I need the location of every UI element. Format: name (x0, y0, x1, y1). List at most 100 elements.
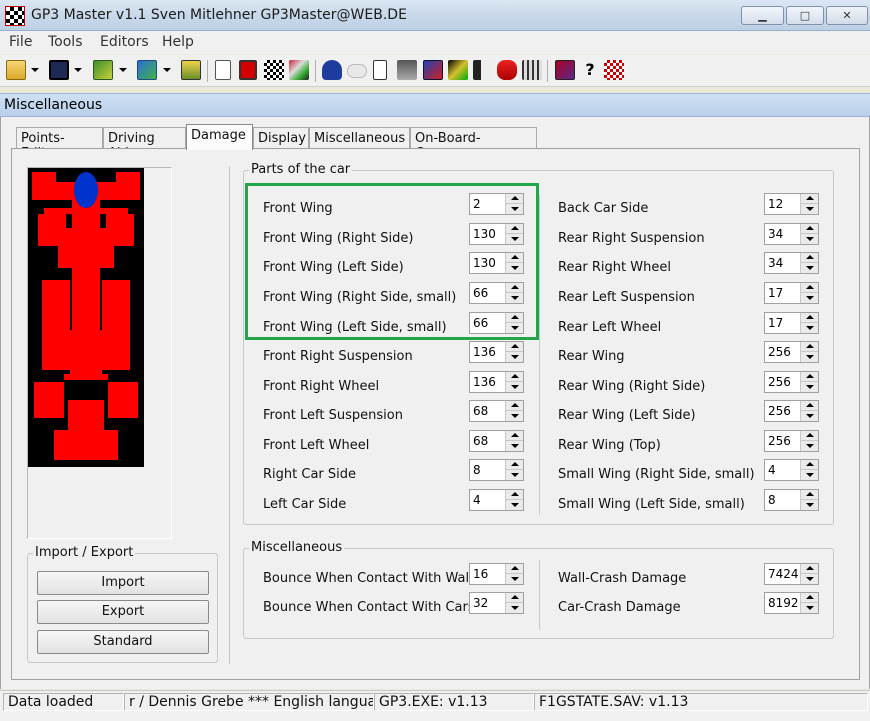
spin-down-arrow-icon[interactable] (505, 382, 523, 392)
open-folder-icon[interactable] (6, 60, 26, 80)
car-rear-suspension[interactable] (64, 374, 108, 380)
car-front-left-suspension[interactable] (44, 208, 72, 214)
car-rear-right-wheel[interactable] (108, 382, 138, 418)
car-rear-wing[interactable] (54, 430, 118, 460)
front-right-wheel-spinner[interactable]: 136 (469, 371, 524, 393)
front-wing-spinner[interactable]: 2 (469, 193, 524, 215)
spin-up-arrow-icon[interactable] (505, 194, 523, 204)
spin-up-arrow-icon[interactable] (505, 401, 523, 411)
rear-wing-top-spinner[interactable]: 256 (764, 430, 819, 452)
spin-down-arrow-icon[interactable] (800, 293, 818, 303)
small-wing-right-side-small-spinner[interactable]: 4 (764, 459, 819, 481)
hardware-icon[interactable] (181, 60, 201, 80)
front-right-suspension-value[interactable]: 136 (473, 345, 496, 359)
menu-file[interactable]: File (9, 34, 32, 50)
spin-up-arrow-icon[interactable] (505, 253, 523, 263)
spin-up-arrow-icon[interactable] (800, 224, 818, 234)
gp3-alt-icon[interactable] (137, 60, 157, 80)
minimize-button[interactable]: ▁ (741, 6, 784, 25)
spin-up-arrow-icon[interactable] (505, 593, 523, 603)
spin-down-arrow-icon[interactable] (505, 470, 523, 480)
notes-icon[interactable] (373, 60, 387, 80)
front-wing-value[interactable]: 2 (473, 197, 481, 211)
small-wing-right-side-small-value[interactable]: 4 (768, 463, 776, 477)
menu-help[interactable]: Help (162, 34, 194, 50)
spin-up-arrow-icon[interactable] (505, 564, 523, 574)
rear-left-suspension-value[interactable]: 17 (768, 286, 783, 300)
spin-up-arrow-icon[interactable] (505, 283, 523, 293)
rear-left-wheel-spinner[interactable]: 17 (764, 312, 819, 334)
rear-right-wheel-value[interactable]: 34 (768, 256, 783, 270)
tab-miscellaneous[interactable]: Miscellaneous (309, 127, 410, 149)
rear-wing-right-side-value[interactable]: 256 (768, 375, 791, 389)
pitcrew-icon[interactable] (397, 60, 417, 80)
checkered-flag-icon[interactable] (264, 60, 284, 80)
spin-down-arrow-icon[interactable] (800, 441, 818, 451)
spin-up-arrow-icon[interactable] (800, 313, 818, 323)
helmet-icon[interactable] (322, 60, 342, 80)
gp3-icon[interactable] (93, 60, 113, 80)
bounce-walls-value[interactable]: 16 (473, 567, 488, 581)
small-wing-left-side-small-spinner[interactable]: 8 (764, 489, 819, 511)
spin-down-arrow-icon[interactable] (505, 323, 523, 333)
tab-driving-aids[interactable]: Driving Aids (103, 127, 186, 161)
front-wing-left-side-small-spinner[interactable]: 66 (469, 312, 524, 334)
spin-up-arrow-icon[interactable] (800, 593, 818, 603)
spin-up-arrow-icon[interactable] (800, 194, 818, 204)
spin-down-arrow-icon[interactable] (505, 500, 523, 510)
tab-on-board-cameras[interactable]: On-Board-Cameras (410, 127, 537, 161)
small-wing-left-side-small-value[interactable]: 8 (768, 493, 776, 507)
spin-down-arrow-icon[interactable] (800, 382, 818, 392)
bounce-cars-value[interactable]: 32 (473, 596, 488, 610)
car-left-car-side[interactable] (42, 280, 70, 370)
front-wing-left-side-small-value[interactable]: 66 (473, 316, 488, 330)
front-left-suspension-value[interactable]: 68 (473, 404, 488, 418)
close-button[interactable]: ✕ (826, 6, 868, 25)
spin-down-arrow-icon[interactable] (800, 411, 818, 421)
rear-right-wheel-spinner[interactable]: 34 (764, 252, 819, 274)
front-wing-left-side-value[interactable]: 130 (473, 256, 496, 270)
spin-up-arrow-icon[interactable] (800, 253, 818, 263)
spin-down-arrow-icon[interactable] (800, 352, 818, 362)
front-right-wheel-value[interactable]: 136 (473, 375, 496, 389)
front-right-suspension-spinner[interactable]: 136 (469, 341, 524, 363)
cloud-icon[interactable] (347, 64, 367, 78)
spin-up-arrow-icon[interactable] (800, 460, 818, 470)
car-front-right-suspension[interactable] (100, 208, 128, 214)
tab-damage[interactable]: Damage (186, 124, 253, 150)
spin-up-arrow-icon[interactable] (800, 401, 818, 411)
import-button[interactable]: Import (37, 571, 209, 595)
spin-down-arrow-icon[interactable] (505, 574, 523, 584)
front-wing-right-side-small-value[interactable]: 66 (473, 286, 488, 300)
bounce-cars-spinner[interactable]: 32 (469, 592, 524, 614)
car-front-wing-left[interactable] (32, 172, 56, 200)
car-damage-diagram[interactable] (28, 168, 144, 467)
menu-tools[interactable]: Tools (48, 34, 83, 50)
spin-up-arrow-icon[interactable] (505, 342, 523, 352)
help-icon[interactable]: ? (580, 60, 600, 80)
spin-down-arrow-icon[interactable] (505, 293, 523, 303)
rear-right-suspension-spinner[interactable]: 34 (764, 223, 819, 245)
spin-up-arrow-icon[interactable] (505, 224, 523, 234)
save-icon[interactable] (49, 60, 69, 80)
left-car-side-spinner[interactable]: 4 (469, 489, 524, 511)
spin-up-arrow-icon[interactable] (505, 431, 523, 441)
rear-wing-top-value[interactable]: 256 (768, 434, 791, 448)
new-document-icon[interactable] (215, 60, 231, 80)
spin-up-arrow-icon[interactable] (800, 564, 818, 574)
checker-icon[interactable] (604, 60, 624, 80)
book-icon[interactable] (555, 60, 575, 80)
spin-down-arrow-icon[interactable] (800, 603, 818, 613)
tab-display[interactable]: Display (253, 127, 309, 149)
back-car-side-spinner[interactable]: 12 (764, 193, 819, 215)
rear-left-wheel-value[interactable]: 17 (768, 316, 783, 330)
car-nose[interactable] (72, 200, 100, 330)
right-car-side-value[interactable]: 8 (473, 463, 481, 477)
spin-down-arrow-icon[interactable] (800, 500, 818, 510)
rear-right-suspension-value[interactable]: 34 (768, 227, 783, 241)
spin-up-arrow-icon[interactable] (800, 372, 818, 382)
spin-down-arrow-icon[interactable] (800, 234, 818, 244)
race-start-icon[interactable] (522, 60, 542, 80)
flag-swap-icon[interactable] (448, 60, 468, 80)
gp3-dropdown-icon[interactable] (119, 60, 127, 80)
